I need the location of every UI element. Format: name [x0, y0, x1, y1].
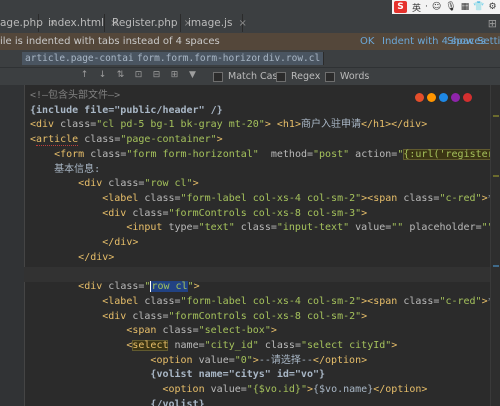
code-line[interactable]: <div class="formControls col-xs-8 col-sm… [30, 206, 367, 221]
ime-punctuation-icon[interactable]: · [425, 2, 428, 12]
tab-label: image.js [188, 17, 233, 29]
sogou-logo-icon: S [394, 1, 407, 13]
tab-menu-icon[interactable]: ⊞ [488, 17, 497, 30]
code-line[interactable]: {volist name="citys" id="vo"} [30, 367, 325, 382]
code-line[interactable]: <form class="form form-horizontal" metho… [30, 147, 500, 162]
error-stripe-mark [493, 115, 499, 117]
browser-preview-icons [415, 93, 475, 102]
chrome-icon[interactable] [427, 93, 436, 102]
find-all-icon[interactable]: ⇅ [116, 71, 125, 80]
tab-label: age.php [0, 17, 43, 29]
code-line[interactable]: <div class="row cl"> [30, 279, 200, 294]
tab-label: index.html [48, 17, 104, 29]
regex-label: Regex [291, 71, 321, 82]
tab-age-php[interactable]: age.php × [0, 14, 57, 32]
match-case-checkbox[interactable] [213, 71, 223, 82]
expand-icon[interactable]: ⊞ [170, 71, 179, 80]
code-line[interactable]: {include file="public/header" /} [30, 103, 223, 118]
breadcrumb: article.page-container form.form.form-ho… [0, 50, 500, 67]
code-line[interactable]: <div class="formControls col-xs-8 col-sm… [30, 309, 367, 324]
tab-image-js[interactable]: image.js × [180, 14, 247, 32]
tab-register-php[interactable]: Register.php × [104, 14, 192, 32]
ime-settings-icon[interactable]: ⚙ [488, 2, 496, 12]
code-editor[interactable]: <!—包含头部文件—> {include file="public/header"… [0, 85, 500, 406]
show-settings-link[interactable]: Show Settings [447, 33, 500, 50]
code-line[interactable]: <label class="form-label col-xs-4 col-sm… [30, 191, 500, 206]
ime-voice-icon[interactable]: 🎙 [445, 2, 456, 12]
close-icon[interactable]: × [238, 18, 246, 29]
ime-toolbar[interactable]: S 英 · ☺ 🎙 ▦ 👕 ⚙ [392, 0, 500, 14]
search-bar: ↑ ↓ ⇅ ⊡ ⊟ ⊞ ▼ Match Case Regex Words [0, 67, 500, 85]
words-checkbox[interactable] [325, 71, 335, 82]
indent-notification-bar: ile is indented with tabs instead of 4 s… [0, 33, 500, 50]
code-line[interactable]: <!—包含头部文件—> [30, 88, 120, 103]
match-case-option[interactable]: Match Case [213, 71, 283, 82]
breadcrumb-div[interactable]: div.row.cl [260, 52, 325, 65]
ime-language-toggle[interactable]: 英 [412, 1, 421, 14]
code-line[interactable]: <select name="city_id" class="select cit… [30, 338, 397, 353]
regex-checkbox[interactable] [276, 71, 286, 82]
line-gutter[interactable] [0, 85, 25, 406]
notification-message: ile is indented with tabs instead of 4 s… [0, 36, 220, 47]
code-line[interactable]: <article class="page-container"> [30, 132, 223, 147]
vertical-scrollbar[interactable] [490, 85, 500, 406]
tab-index-html[interactable]: index.html × [40, 14, 118, 32]
code-line[interactable]: <div class="row cl"> [30, 176, 198, 191]
select-all-icon[interactable]: ⊡ [134, 71, 143, 80]
code-line[interactable]: <input type="text" class="input-text" va… [30, 220, 500, 235]
firefox-icon[interactable] [415, 93, 424, 102]
ime-keyboard-icon[interactable]: ▦ [461, 2, 470, 12]
code-line[interactable]: {/volist} [30, 397, 204, 406]
ime-emoji-icon[interactable]: ☺ [432, 2, 441, 12]
ime-skin-icon[interactable]: 👕 [473, 2, 484, 12]
code-line[interactable]: </div> [30, 250, 114, 265]
code-line[interactable]: <div class="cl pd-5 bg-1 bk-gray mt-20">… [30, 117, 427, 132]
notification-ok-link[interactable]: OK [360, 33, 374, 50]
safari-icon[interactable] [463, 93, 472, 102]
code-line[interactable]: <option value="0">--请选择--</option> [30, 353, 367, 368]
ie-icon[interactable] [439, 93, 448, 102]
code-line[interactable]: 基本信息: [30, 162, 100, 177]
tab-label: Register.php [112, 17, 178, 29]
code-line[interactable]: <option value="{$vo.id}">{$vo.name}</opt… [30, 382, 427, 397]
opera-icon[interactable] [451, 93, 460, 102]
regex-option[interactable]: Regex [276, 71, 320, 82]
next-occurrence-icon[interactable]: ↓ [98, 71, 107, 80]
collapse-icon[interactable]: ⊟ [152, 71, 161, 80]
words-label: Words [340, 71, 370, 82]
error-stripe-mark [493, 175, 499, 177]
code-line[interactable]: <label class="form-label col-xs-4 col-sm… [30, 294, 500, 309]
code-line[interactable]: </div> [30, 235, 138, 250]
match-case-label: Match Case [228, 71, 284, 82]
editor-tab-bar: S 英 · ☺ 🎙 ▦ 👕 ⚙ age.php × index.html × R… [0, 0, 500, 33]
filter-icon[interactable]: ▼ [188, 71, 197, 80]
code-line[interactable]: <span class="select-box"> [30, 323, 277, 338]
previous-occurrence-icon[interactable]: ↑ [80, 71, 89, 80]
caret-stripe-mark [493, 265, 499, 267]
words-option[interactable]: Words [325, 71, 369, 82]
